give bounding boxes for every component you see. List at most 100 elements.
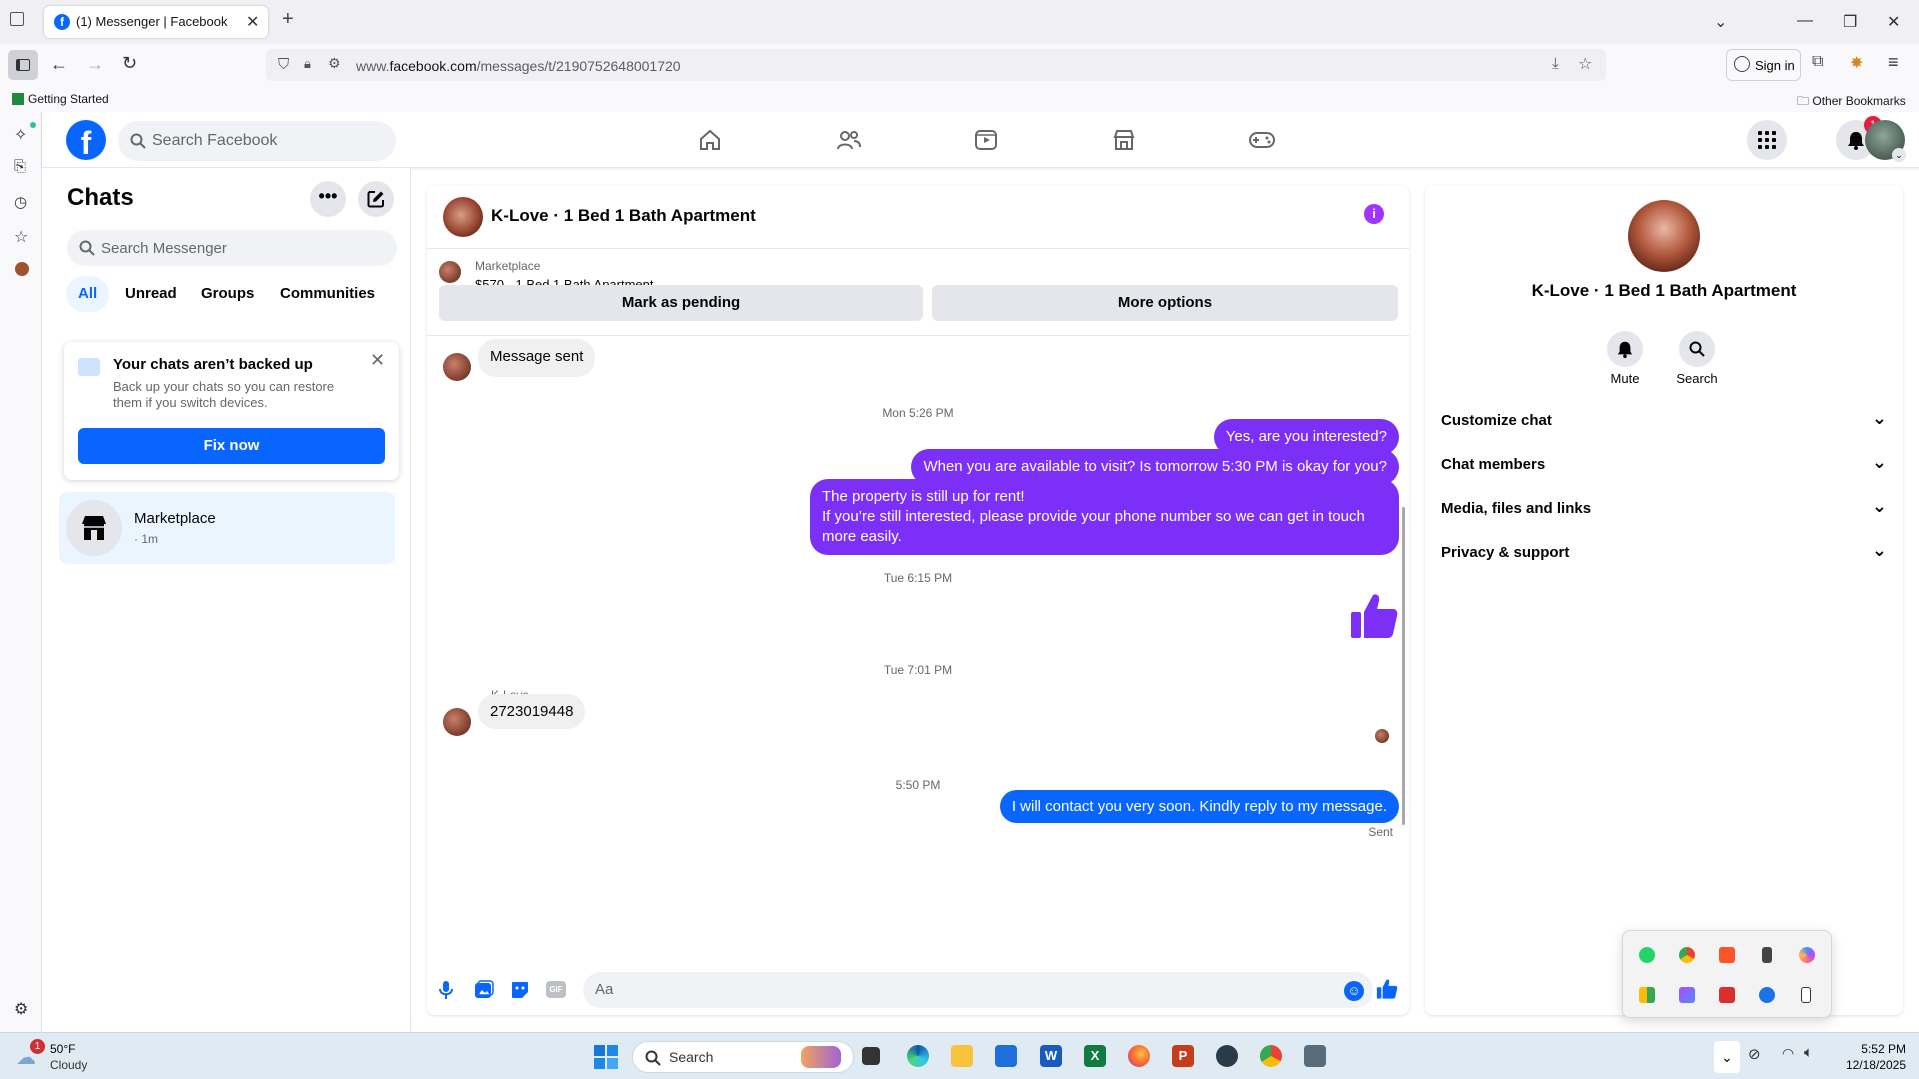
task-view-icon[interactable] [862, 1047, 880, 1065]
gaming-icon[interactable] [1248, 128, 1276, 152]
app-icon[interactable] [1216, 1045, 1238, 1067]
minimize-icon[interactable]: — [1797, 12, 1813, 30]
lock-icon[interactable]: 🔒︎ [304, 56, 311, 72]
wifi-icon[interactable]: ◠ [1782, 1045, 1794, 1062]
powerpoint-icon[interactable]: P [1172, 1045, 1194, 1067]
gif-icon[interactable]: GIF [546, 981, 566, 998]
home-icon[interactable] [698, 128, 722, 152]
save-to-pocket-icon[interactable]: ⤓ [1552, 55, 1559, 72]
reload-icon[interactable]: ↻ [122, 53, 137, 74]
getting-started-bookmark[interactable]: Getting Started [12, 92, 109, 106]
customize-chat-section[interactable]: Customize chat ⌄ [1441, 408, 1887, 444]
thumbs-up-sent-icon[interactable] [1349, 591, 1399, 641]
whatsapp-icon[interactable] [1639, 947, 1655, 963]
extension-cookie-icon[interactable]: ✸ [1850, 53, 1863, 73]
close-icon[interactable]: ✕ [370, 350, 385, 371]
sidebar-toggle-icon[interactable] [8, 50, 38, 80]
filter-communities[interactable]: Communities [268, 276, 387, 312]
scrollbar[interactable] [1402, 507, 1405, 825]
weather-widget[interactable]: ☁ 1 50°F Cloudy [16, 1039, 136, 1073]
facebook-search-input[interactable]: Search Facebook [118, 121, 396, 161]
restore-icon[interactable]: ❐ [1843, 12, 1857, 32]
network-off-icon[interactable]: ⊘ [1748, 1045, 1761, 1063]
marketplace-icon[interactable] [1112, 128, 1136, 152]
shield-icon[interactable]: ⛉ [278, 56, 289, 73]
store-icon[interactable] [995, 1045, 1017, 1067]
info-icon[interactable]: i [1364, 204, 1384, 224]
conversation-title[interactable]: K-Love · 1 Bed 1 Bath Apartment [491, 206, 756, 226]
bookmark-star-icon[interactable]: ☆ [1578, 54, 1592, 74]
close-window-icon[interactable]: ✕ [1887, 12, 1900, 32]
list-all-tabs-icon[interactable]: ⌄ [1714, 12, 1727, 32]
thumbs-up-send-icon[interactable] [1376, 978, 1398, 1000]
back-icon[interactable]: ← [50, 54, 68, 75]
battery-icon[interactable] [1801, 987, 1811, 1003]
firefox-icon[interactable] [1128, 1045, 1150, 1067]
extensions-icon[interactable]: ⧉ [1812, 53, 1823, 71]
brave-icon[interactable] [1719, 947, 1735, 963]
close-tab-icon[interactable]: ✕ [246, 12, 259, 32]
chats-options-button[interactable]: ••• [310, 181, 346, 217]
message-bubble-outgoing[interactable]: The property is still up for rent! If yo… [810, 479, 1399, 555]
message-input[interactable]: Aa ☺ [583, 972, 1373, 1008]
menu-icon[interactable]: ≡ [1888, 52, 1899, 73]
video-icon[interactable] [974, 128, 998, 152]
calculator-icon[interactable] [1304, 1045, 1326, 1067]
active-tab[interactable]: f (1) Messenger | Facebook ✕ [44, 6, 268, 38]
chat-item-marketplace[interactable]: Marketplace · 1m [59, 492, 395, 564]
conversation-info-avatar[interactable] [1628, 200, 1700, 272]
media-files-links-section[interactable]: Media, files and links ⌄ [1441, 496, 1887, 532]
tab-list-icon[interactable] [10, 12, 24, 26]
other-bookmarks[interactable]: 🗀︎ Other Bookmarks [1797, 92, 1906, 113]
excel-icon[interactable]: X [1084, 1045, 1106, 1067]
chat-members-section[interactable]: Chat members ⌄ [1441, 452, 1887, 488]
filter-unread[interactable]: Unread [113, 276, 189, 312]
url-text[interactable]: www.facebook.com/messages/t/219075264800… [356, 58, 681, 74]
more-options-button[interactable]: More options [932, 285, 1398, 321]
chrome-icon[interactable] [1679, 947, 1695, 963]
message-bubble-incoming[interactable]: Message sent [478, 339, 596, 377]
pen-icon[interactable] [1679, 987, 1695, 1003]
usb-icon[interactable] [1762, 947, 1772, 963]
show-hidden-icons-button[interactable]: ⌄ [1714, 1041, 1740, 1073]
filter-groups[interactable]: Groups [189, 276, 266, 312]
synced-tabs-icon[interactable]: ⎘ [14, 158, 26, 175]
friends-icon[interactable] [836, 128, 862, 152]
bookmarks-star-icon[interactable]: ☆ [14, 227, 28, 247]
clock[interactable]: 5:52 PM 12/18/2025 [1836, 1041, 1906, 1073]
search-in-conversation-button[interactable] [1679, 331, 1715, 367]
copilot-icon[interactable] [1799, 947, 1815, 963]
emoji-icon[interactable]: ☺ [1344, 981, 1364, 1001]
volume-icon[interactable]: 🔈︎ [1804, 1044, 1813, 1061]
word-icon[interactable]: W [1040, 1045, 1062, 1067]
message-bubble-incoming[interactable]: 2723019448 [478, 694, 586, 729]
fix-now-button[interactable]: Fix now [78, 428, 385, 464]
permissions-icon[interactable]: ⚙ [328, 55, 341, 72]
start-button[interactable] [594, 1045, 618, 1069]
url-bar[interactable]: ⛉ 🔒︎ ⚙ www.facebook.com/messages/t/21907… [266, 49, 1606, 81]
pdf-icon[interactable] [1719, 987, 1735, 1003]
filter-all[interactable]: All [66, 276, 110, 312]
cookie-extension-icon[interactable] [15, 262, 29, 276]
privacy-support-section[interactable]: Privacy & support ⌄ [1441, 540, 1887, 576]
new-message-button[interactable] [358, 181, 394, 217]
sticker-icon[interactable] [510, 980, 530, 1000]
messenger-search-input[interactable]: Search Messenger [67, 230, 397, 266]
conversation-avatar[interactable] [443, 197, 483, 237]
menu-grid-button[interactable] [1747, 120, 1787, 160]
edge-icon[interactable] [907, 1045, 929, 1067]
file-explorer-icon[interactable] [951, 1045, 973, 1067]
taskbar-search[interactable]: Search [632, 1041, 854, 1073]
facebook-logo-icon[interactable]: f [66, 120, 106, 161]
new-tab-icon[interactable]: + [282, 8, 294, 31]
chrome-taskbar-icon[interactable] [1260, 1045, 1282, 1067]
photo-icon[interactable] [474, 980, 494, 1000]
history-icon[interactable]: ◷ [14, 193, 27, 211]
account-chevron-icon[interactable]: ⌄ [1892, 148, 1906, 162]
sidebar-settings-icon[interactable]: ⚙ [14, 999, 28, 1019]
colorful-app-icon[interactable] [1639, 987, 1655, 1003]
forward-icon[interactable]: → [86, 54, 104, 75]
message-bubble-outgoing[interactable]: I will contact you very soon. Kindly rep… [999, 790, 1399, 823]
microphone-icon[interactable] [438, 980, 454, 1000]
mark-as-pending-button[interactable]: Mark as pending [439, 285, 923, 321]
